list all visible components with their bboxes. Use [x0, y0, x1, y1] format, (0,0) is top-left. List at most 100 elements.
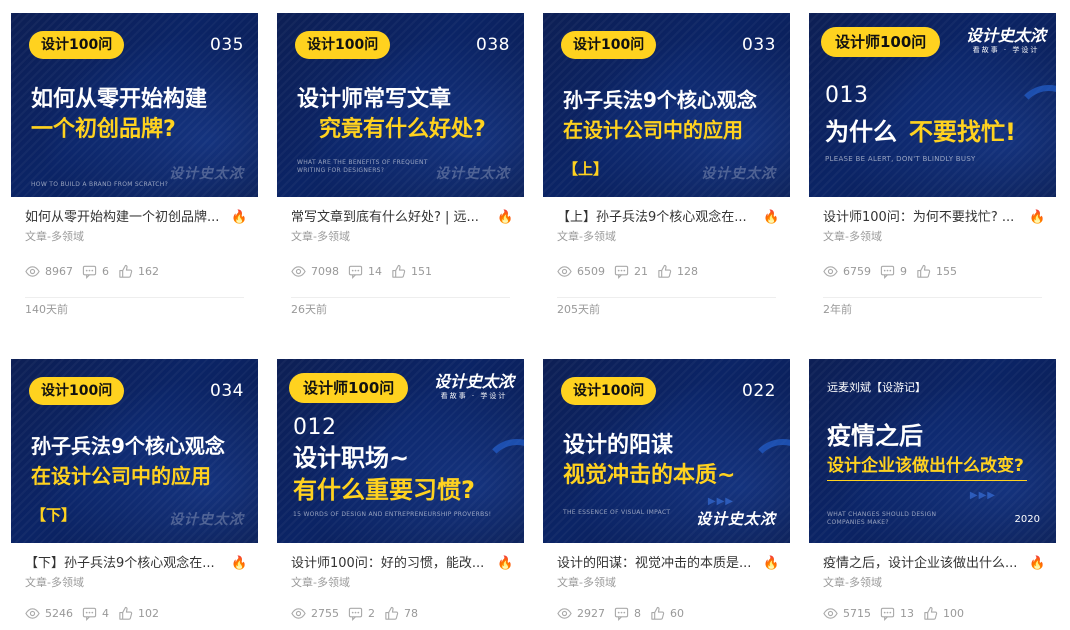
- article-card[interactable]: 设计100问 035 如何从零开始构建 一个初创品牌? HOW TO BUILD…: [11, 13, 258, 317]
- like-count: 151: [411, 265, 432, 278]
- fire-icon: 🔥: [231, 210, 248, 225]
- article-card[interactable]: 设计100问 038 设计师常写文章 究竟有什么好处? WHAT ARE THE…: [277, 13, 524, 317]
- thumbs-up-icon: [119, 264, 133, 278]
- article-card[interactable]: 远麦刘斌【设游记】 疫情之后 设计企业该做出什么改变? ▶▶▶ WHAT CHA…: [809, 359, 1056, 630]
- logo-text: 设计史太浓: [965, 26, 1046, 45]
- card-thumbnail[interactable]: 设计100问 034 孙子兵法9个核心观念 在设计公司中的应用 【下】 设计史太…: [11, 359, 258, 543]
- comment-count: 8: [634, 607, 641, 620]
- thumb-title-line1: 疫情之后: [827, 422, 923, 450]
- thumbs-up-icon: [392, 264, 406, 278]
- series-tag: 设计师100问: [289, 373, 409, 403]
- card-thumbnail[interactable]: 设计100问 022 设计的阳谋 视觉冲击的本质~ THE ESSENCE OF…: [543, 359, 790, 543]
- view-count: 2755: [311, 607, 339, 620]
- fire-icon: 🔥: [231, 556, 248, 571]
- comment-count: 6: [102, 265, 109, 278]
- comment-count: 13: [900, 607, 914, 620]
- view-count: 7098: [311, 265, 339, 278]
- like-count: 100: [943, 607, 964, 620]
- comment-count: 4: [102, 607, 109, 620]
- arrow-decoration: ▶▶▶: [707, 496, 734, 507]
- thumb-title-line1: 设计师常写文章: [297, 87, 452, 112]
- title-underline: [827, 480, 1027, 481]
- card-title[interactable]: 设计师100问：为何不要找忙? ...: [823, 209, 1029, 227]
- logo-tagline: 看故事 · 学设计: [972, 46, 1040, 54]
- eye-icon: [557, 266, 572, 277]
- thumbs-up-icon: [119, 606, 133, 620]
- thumb-title-line1: 孙子兵法9个核心观念: [31, 434, 225, 458]
- view-count: 5715: [843, 607, 871, 620]
- thumb-subtitle: PLEASE BE ALERT, DON'T BLINDLY BUSY: [825, 155, 976, 163]
- card-title[interactable]: 疫情之后，设计企业该做出什么...: [823, 555, 1029, 573]
- card-title[interactable]: 常写文章到底有什么好处? | 远...: [291, 209, 497, 227]
- like-count: 162: [138, 265, 159, 278]
- thumb-title-line1: 孙子兵法9个核心观念: [563, 88, 757, 112]
- card-category: 文章-多领域: [557, 230, 616, 243]
- arrow-decoration: ▶▶▶: [969, 490, 996, 501]
- card-title[interactable]: 设计师100问：好的习惯，能改...: [291, 555, 497, 573]
- card-title[interactable]: 设计的阳谋：视觉冲击的本质是...: [557, 555, 763, 573]
- comment-icon: [880, 265, 895, 279]
- card-thumbnail[interactable]: 设计100问 035 如何从零开始构建 一个初创品牌? HOW TO BUILD…: [11, 13, 258, 197]
- thumbs-up-icon: [651, 606, 665, 620]
- fire-icon: 🔥: [497, 556, 514, 571]
- like-count: 155: [936, 265, 957, 278]
- comment-count: 2: [368, 607, 375, 620]
- card-thumbnail[interactable]: 设计100问 033 孙子兵法9个核心观念 在设计公司中的应用 【上】 设计史太…: [543, 13, 790, 197]
- eye-icon: [823, 266, 838, 277]
- like-count: 78: [404, 607, 418, 620]
- card-thumbnail[interactable]: 设计100问 038 设计师常写文章 究竟有什么好处? WHAT ARE THE…: [277, 13, 524, 197]
- card-thumbnail[interactable]: 设计师100问 设计史太浓 看故事 · 学设计 012 设计职场~ 有什么重要习惯…: [277, 359, 524, 543]
- like-count: 60: [670, 607, 684, 620]
- watermark: 设计史太浓: [701, 166, 776, 182]
- fire-icon: 🔥: [497, 210, 514, 225]
- part-label: 【下】: [31, 506, 77, 524]
- card-title[interactable]: 【下】孙子兵法9个核心观念在...: [25, 555, 231, 573]
- thumb-subtitle: HOW TO BUILD A BRAND FROM SCRATCH?: [31, 181, 169, 188]
- thumb-title-line2: 究竟有什么好处?: [319, 117, 486, 142]
- comment-icon: [82, 265, 97, 279]
- like-count: 102: [138, 607, 159, 620]
- card-category: 文章-多领域: [291, 576, 350, 589]
- watermark: 设计史太浓: [435, 166, 510, 182]
- card-title[interactable]: 【上】孙子兵法9个核心观念在...: [557, 209, 763, 227]
- card-category: 文章-多领域: [25, 576, 84, 589]
- comment-icon: [348, 607, 363, 621]
- article-card[interactable]: 设计100问 022 设计的阳谋 视觉冲击的本质~ THE ESSENCE OF…: [543, 359, 790, 630]
- author-series-label: 远麦刘斌【设游记】: [827, 381, 926, 394]
- fire-icon: 🔥: [1029, 556, 1046, 571]
- year-label: 2020: [1014, 514, 1040, 525]
- view-count: 5246: [45, 607, 73, 620]
- thumbs-up-icon: [917, 264, 931, 278]
- thumbs-up-icon: [658, 264, 672, 278]
- watermark: 设计史太浓: [169, 166, 244, 182]
- divider: [25, 297, 244, 298]
- card-category: 文章-多领域: [823, 230, 882, 243]
- watermark: 设计史太浓: [169, 512, 244, 528]
- part-label: 【上】: [563, 160, 609, 178]
- article-card[interactable]: 设计100问 033 孙子兵法9个核心观念 在设计公司中的应用 【上】 设计史太…: [543, 13, 790, 317]
- series-tag: 设计100问: [29, 377, 125, 405]
- article-card[interactable]: 设计师100问 设计史太浓 看故事 · 学设计 012 设计职场~ 有什么重要习惯…: [277, 359, 524, 630]
- eye-icon: [291, 608, 306, 619]
- series-tag: 设计100问: [561, 377, 657, 405]
- series-tag: 设计师100问: [821, 27, 941, 57]
- thumb-title-line2: 一个初创品牌?: [31, 117, 176, 142]
- eye-icon: [25, 266, 40, 277]
- article-card[interactable]: 设计100问 034 孙子兵法9个核心观念 在设计公司中的应用 【下】 设计史太…: [11, 359, 258, 630]
- card-thumbnail[interactable]: 设计师100问 设计史太浓 看故事 · 学设计 013 为什么 不要找忙! PLE…: [809, 13, 1056, 197]
- comment-icon: [82, 607, 97, 621]
- post-date: 140天前: [25, 303, 68, 316]
- thumb-title-line1: 设计的阳谋: [563, 433, 674, 458]
- card-title[interactable]: 如何从零开始构建一个初创品牌...: [25, 209, 231, 227]
- thumb-title-line2: 在设计公司中的应用: [563, 118, 743, 142]
- article-card[interactable]: 设计师100问 设计史太浓 看故事 · 学设计 013 为什么 不要找忙! PLE…: [809, 13, 1056, 317]
- card-thumbnail[interactable]: 远麦刘斌【设游记】 疫情之后 设计企业该做出什么改变? ▶▶▶ WHAT CHA…: [809, 359, 1056, 543]
- view-count: 6509: [577, 265, 605, 278]
- thumb-title-line1: 设计职场~: [293, 444, 410, 472]
- eye-icon: [823, 608, 838, 619]
- eye-icon: [557, 608, 572, 619]
- thumbs-up-icon: [924, 606, 938, 620]
- eye-icon: [291, 266, 306, 277]
- thumbs-up-icon: [385, 606, 399, 620]
- card-category: 文章-多领域: [25, 230, 84, 243]
